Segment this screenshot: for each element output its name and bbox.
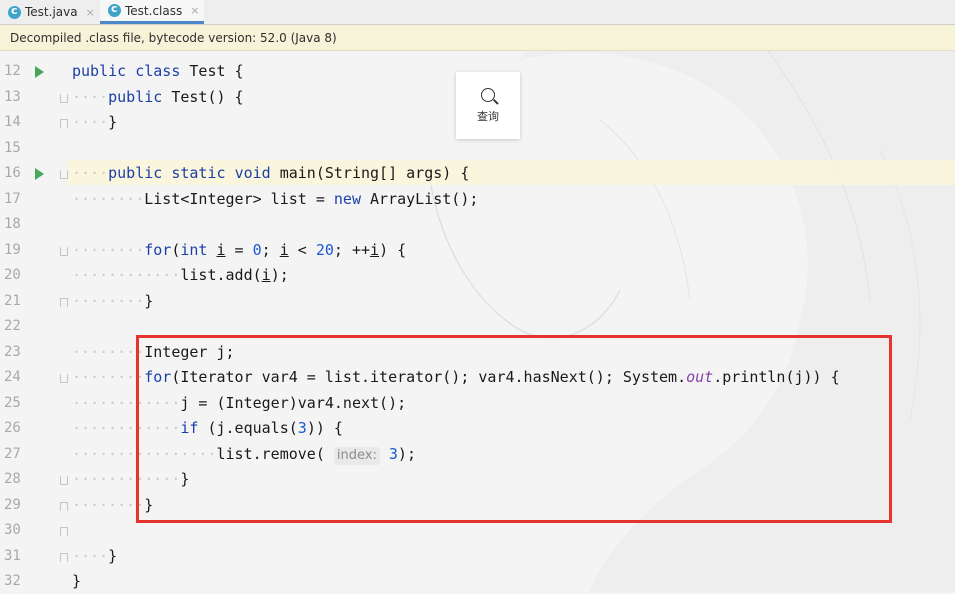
code-text: i [216,241,226,259]
java-class-file-icon [108,2,121,17]
keyword: new [333,190,361,208]
code-text: ArrayList(); [361,190,479,208]
code-line: ····} [72,547,118,565]
line-number: 12 [4,63,21,79]
decompiled-info-banner: Decompiled .class file, bytecode version… [0,25,955,51]
line-number: 14 [4,114,21,130]
fold-icon[interactable] [60,298,68,307]
line-number: 25 [4,395,21,411]
code-line: ············list.add(i); [72,266,289,284]
close-icon[interactable]: × [190,4,199,17]
line-number: 17 [4,191,21,207]
fold-icon[interactable] [60,476,68,485]
code-text: Test { [180,62,244,80]
code-text: i [279,241,289,259]
run-class-icon[interactable] [35,66,44,78]
code-text: } [72,572,82,590]
keyword: void [234,164,271,182]
keyword: static [171,164,226,182]
line-number: 32 [4,573,21,589]
keyword: public [108,164,163,182]
code-line: public class Test { [72,59,244,84]
line-number: 27 [4,446,21,462]
line-number: 20 [4,267,21,283]
fold-icon[interactable] [60,247,68,256]
line-number: 30 [4,522,21,538]
code-text: list.add( [180,266,262,284]
search-popup-label: 查询 [477,109,499,123]
tab-test-java[interactable]: Test.java × [0,0,96,24]
close-icon[interactable]: × [86,6,95,19]
line-number: 26 [4,420,21,436]
code-text: } [108,547,118,565]
code-text: main(String[] args) { [270,164,470,182]
fold-icon[interactable] [60,527,68,536]
fold-icon[interactable] [60,553,68,562]
editor-gutter: 12 13 14 15 16 17 18 19 20 21 22 23 24 2… [0,52,68,592]
annotation-highlight-box [136,335,892,523]
keyword: int [180,241,208,259]
tab-label: Test.java [25,5,78,19]
keyword: public [72,62,127,80]
editor-tab-bar: Test.java × Test.class × [0,0,955,25]
fold-icon[interactable] [60,94,68,103]
number-literal: 0 [252,241,262,259]
tab-label: Test.class [125,3,183,18]
line-number: 18 [4,216,21,232]
line-number: 28 [4,471,21,487]
code-line: ········for(int i = 0; i < 20; ++i) { [72,241,407,259]
code-text: Test() { [162,88,244,106]
code-line: ····public Test() { [72,88,244,106]
line-number: 24 [4,369,21,385]
run-main-icon[interactable] [35,168,44,180]
number-literal: 20 [315,241,334,259]
code-text: ); [270,266,289,284]
code-text: ; ++ [333,241,371,259]
code-text: i [370,241,380,259]
keyword: public [108,88,163,106]
code-line: } [72,569,81,594]
java-class-file-icon [8,4,21,19]
search-popup-button[interactable]: 查询 [456,72,520,139]
code-line: ········} [72,292,154,310]
code-text: = [225,241,253,259]
line-number: 13 [4,89,21,105]
code-text: } [144,292,154,310]
line-number: 21 [4,293,21,309]
fold-icon[interactable] [60,502,68,511]
code-line: ····} [72,113,118,131]
code-text: < [288,241,316,259]
code-line: ········List<Integer> list = new ArrayLi… [72,190,479,208]
code-text: List<Integer> list = [144,190,334,208]
fold-icon[interactable] [60,170,68,179]
search-icon [481,87,495,102]
line-number: 16 [4,165,21,181]
line-number: 29 [4,497,21,513]
code-text: ; [261,241,280,259]
code-text: } [108,113,118,131]
line-number: 22 [4,318,21,334]
keyword: class [135,62,181,80]
line-number: 31 [4,548,21,564]
fold-icon[interactable] [60,119,68,128]
code-text: i [261,266,271,284]
line-number: 23 [4,344,21,360]
tab-test-class[interactable]: Test.class × [100,0,204,24]
line-number: 19 [4,242,21,258]
keyword: for [144,241,172,259]
code-text: ) { [379,241,407,259]
line-number: 15 [4,140,21,156]
fold-icon[interactable] [60,374,68,383]
code-line: ····public static void main(String[] arg… [72,164,470,182]
